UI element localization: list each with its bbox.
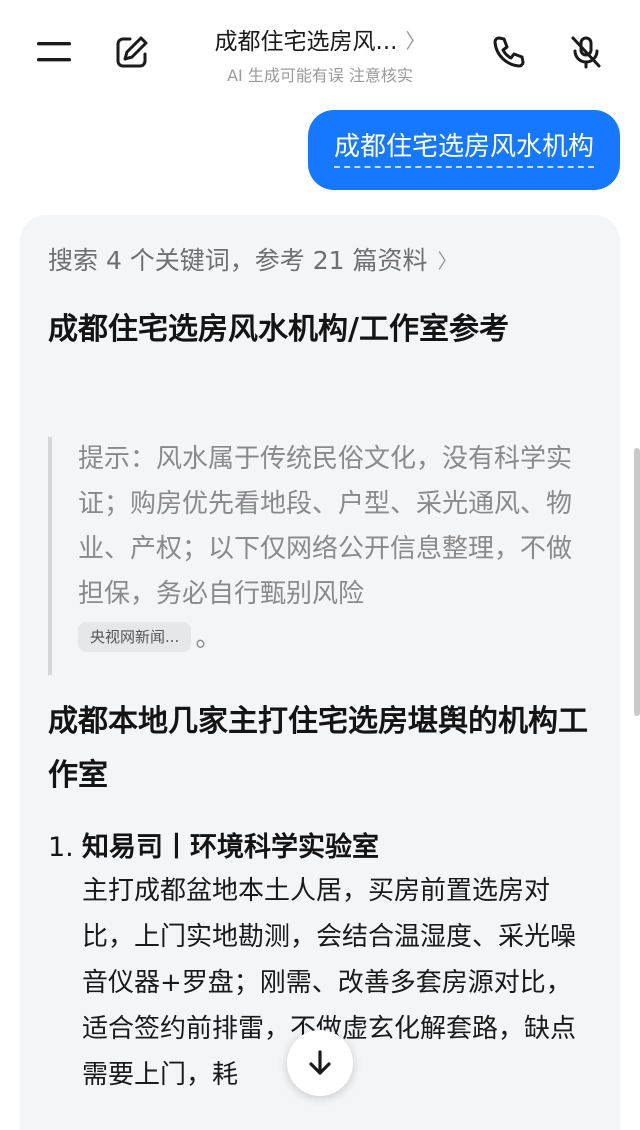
scroll-to-bottom-button[interactable] [287, 1030, 353, 1096]
mute-icon[interactable] [562, 30, 610, 74]
search-summary[interactable]: 搜索 4 个关键词，参考 21 篇资料 〉 [48, 241, 458, 277]
chat-title-area[interactable]: 成都住宅选房风... 〉 AI 生成可能有误 注意核实 [170, 22, 470, 86]
section-heading: 成都本地几家主打住宅选房堪舆的机构工作室 [48, 704, 588, 793]
chevron-right-icon[interactable]: 〉 [405, 25, 425, 54]
scrollbar[interactable] [634, 448, 640, 716]
chat-title[interactable]: 成都住宅选房风... [215, 22, 398, 56]
ai-answer-card: 搜索 4 个关键词，参考 21 篇资料 〉 成都住宅选房风水机构/工作室参考 提… [20, 215, 620, 1130]
chat-screen: 成都住宅选房风... 〉 AI 生成可能有误 注意核实 成都住宅选房风水机构 搜… [0, 0, 640, 1130]
phone-icon[interactable] [484, 30, 532, 74]
user-message-text[interactable]: 成都住宅选房风水机构 [333, 132, 594, 168]
edit-icon[interactable] [108, 30, 156, 74]
list-item-number: 1. [48, 832, 74, 863]
arrow-down-icon [309, 1050, 331, 1075]
top-bar: 成都住宅选房风... 〉 AI 生成可能有误 注意核实 [0, 0, 640, 100]
tip-text: 提示：风水属于传统民俗文化，没有科学实证；购房优先看地段、户型、采光通风、物业、… [78, 444, 573, 609]
tip-period: 。 [195, 623, 222, 653]
menu-icon[interactable] [30, 30, 78, 74]
search-summary-text: 搜索 4 个关键词，参考 21 篇资料 [48, 246, 428, 275]
tip-blockquote: 提示：风水属于传统民俗文化，没有科学实证；购房优先看地段、户型、采光通风、物业、… [48, 437, 593, 675]
answer-heading: 成都住宅选房风水机构/工作室参考 [48, 312, 509, 347]
user-message-bubble[interactable]: 成都住宅选房风水机构 [307, 110, 620, 190]
source-citation-chip[interactable]: 央视网新闻... [78, 622, 192, 652]
list-item-title: 知易司丨环境科学实验室 [82, 832, 379, 863]
chevron-right-icon: 〉 [437, 248, 458, 273]
ai-disclaimer: AI 生成可能有误 注意核实 [227, 66, 413, 85]
